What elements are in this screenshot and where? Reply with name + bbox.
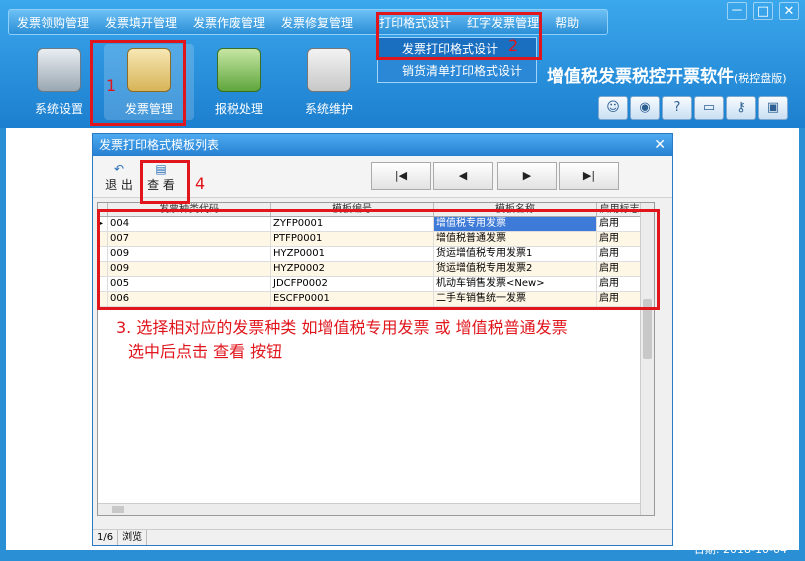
dialog-close-button[interactable]: ✕ xyxy=(654,134,666,156)
exit-button[interactable]: ↶ 退 出 xyxy=(105,162,133,192)
right-toolbar: ☺ ◉ ? ▭ ⚷ ▣ xyxy=(598,96,796,122)
user-icon[interactable]: ☺ xyxy=(598,96,628,120)
maintenance-icon xyxy=(307,48,351,92)
dialog-title-bar: 发票打印格式模板列表 ✕ xyxy=(93,134,672,156)
tool-system-maintenance[interactable]: 系统维护 xyxy=(284,44,374,120)
mode-status: 浏览 xyxy=(118,530,148,545)
status-date: 日期: 2018-10-04 xyxy=(693,543,787,556)
menu-invoice-issue[interactable]: 发票填开管理 xyxy=(97,14,185,31)
tax-report-icon xyxy=(217,48,261,92)
nav-next-button[interactable]: ▶ xyxy=(497,162,557,190)
nav-first-button[interactable]: |◀ xyxy=(371,162,431,190)
record-position: 1/6 xyxy=(93,530,119,545)
window-icon[interactable]: ▭ xyxy=(694,96,724,120)
annotation-step-1: 1 xyxy=(106,76,117,95)
key-icon[interactable]: ⚷ xyxy=(726,96,756,120)
tool-label: 报税处理 xyxy=(214,102,263,116)
dialog-title: 发票打印格式模板列表 xyxy=(99,138,220,152)
instruction-line-1: 3. 选择相对应的发票种类 如增值税专用发票 或 增值税普通发票 xyxy=(116,318,568,337)
scrollbar-thumb[interactable] xyxy=(112,506,124,513)
menu-invoice-repair[interactable]: 发票修复管理 xyxy=(273,14,361,31)
nav-last-button[interactable]: ▶| xyxy=(559,162,619,190)
highlight-box-invoice-management xyxy=(90,40,186,126)
brand-title: 增值税发票税控开票软件(税控盘版) xyxy=(547,62,787,87)
tool-icons: 系统设置 发票管理 报税处理 系统维护 xyxy=(14,44,374,120)
nav-prev-button[interactable]: ◀ xyxy=(433,162,493,190)
back-arrow-icon: ↶ xyxy=(113,162,125,176)
menu-invoice-purchase[interactable]: 发票领购管理 xyxy=(9,14,97,31)
highlight-box-rows xyxy=(97,209,660,310)
annotation-instruction: 3. 选择相对应的发票种类 如增值税专用发票 或 增值税普通发票 选中后点击 查… xyxy=(116,316,568,364)
minimize-button[interactable]: － xyxy=(727,2,747,20)
brand-subtitle: (税控盘版) xyxy=(734,72,787,85)
dialog-status-bar: 1/6 浏览 xyxy=(93,529,672,545)
exit-label: 退 出 xyxy=(105,178,133,192)
lock-icon[interactable]: ▣ xyxy=(758,96,788,120)
tool-label: 系统设置 xyxy=(34,102,83,116)
dropdown-sales-list-print-format[interactable]: 销货清单打印格式设计 xyxy=(378,60,536,82)
help-icon[interactable]: ? xyxy=(662,96,692,120)
window-controls: － □ ✕ xyxy=(727,2,799,20)
instruction-line-2: 选中后点击 查看 按钮 xyxy=(128,342,283,361)
annotation-step-2: 2 xyxy=(508,36,519,55)
menu-invoice-void[interactable]: 发票作废管理 xyxy=(185,14,273,31)
tool-tax-report[interactable]: 报税处理 xyxy=(194,44,284,120)
close-button[interactable]: ✕ xyxy=(779,2,799,20)
menu-help[interactable]: 帮助 xyxy=(547,14,587,31)
highlight-box-view-button xyxy=(140,160,190,204)
annotation-step-4: 4 xyxy=(195,174,206,193)
horizontal-scrollbar[interactable] xyxy=(98,503,640,515)
maximize-button[interactable]: □ xyxy=(753,2,773,20)
settings-icon xyxy=(37,48,81,92)
tool-label: 系统维护 xyxy=(304,102,353,116)
globe-icon[interactable]: ◉ xyxy=(630,96,660,120)
brand-name: 增值税发票税控开票软件 xyxy=(547,67,734,87)
